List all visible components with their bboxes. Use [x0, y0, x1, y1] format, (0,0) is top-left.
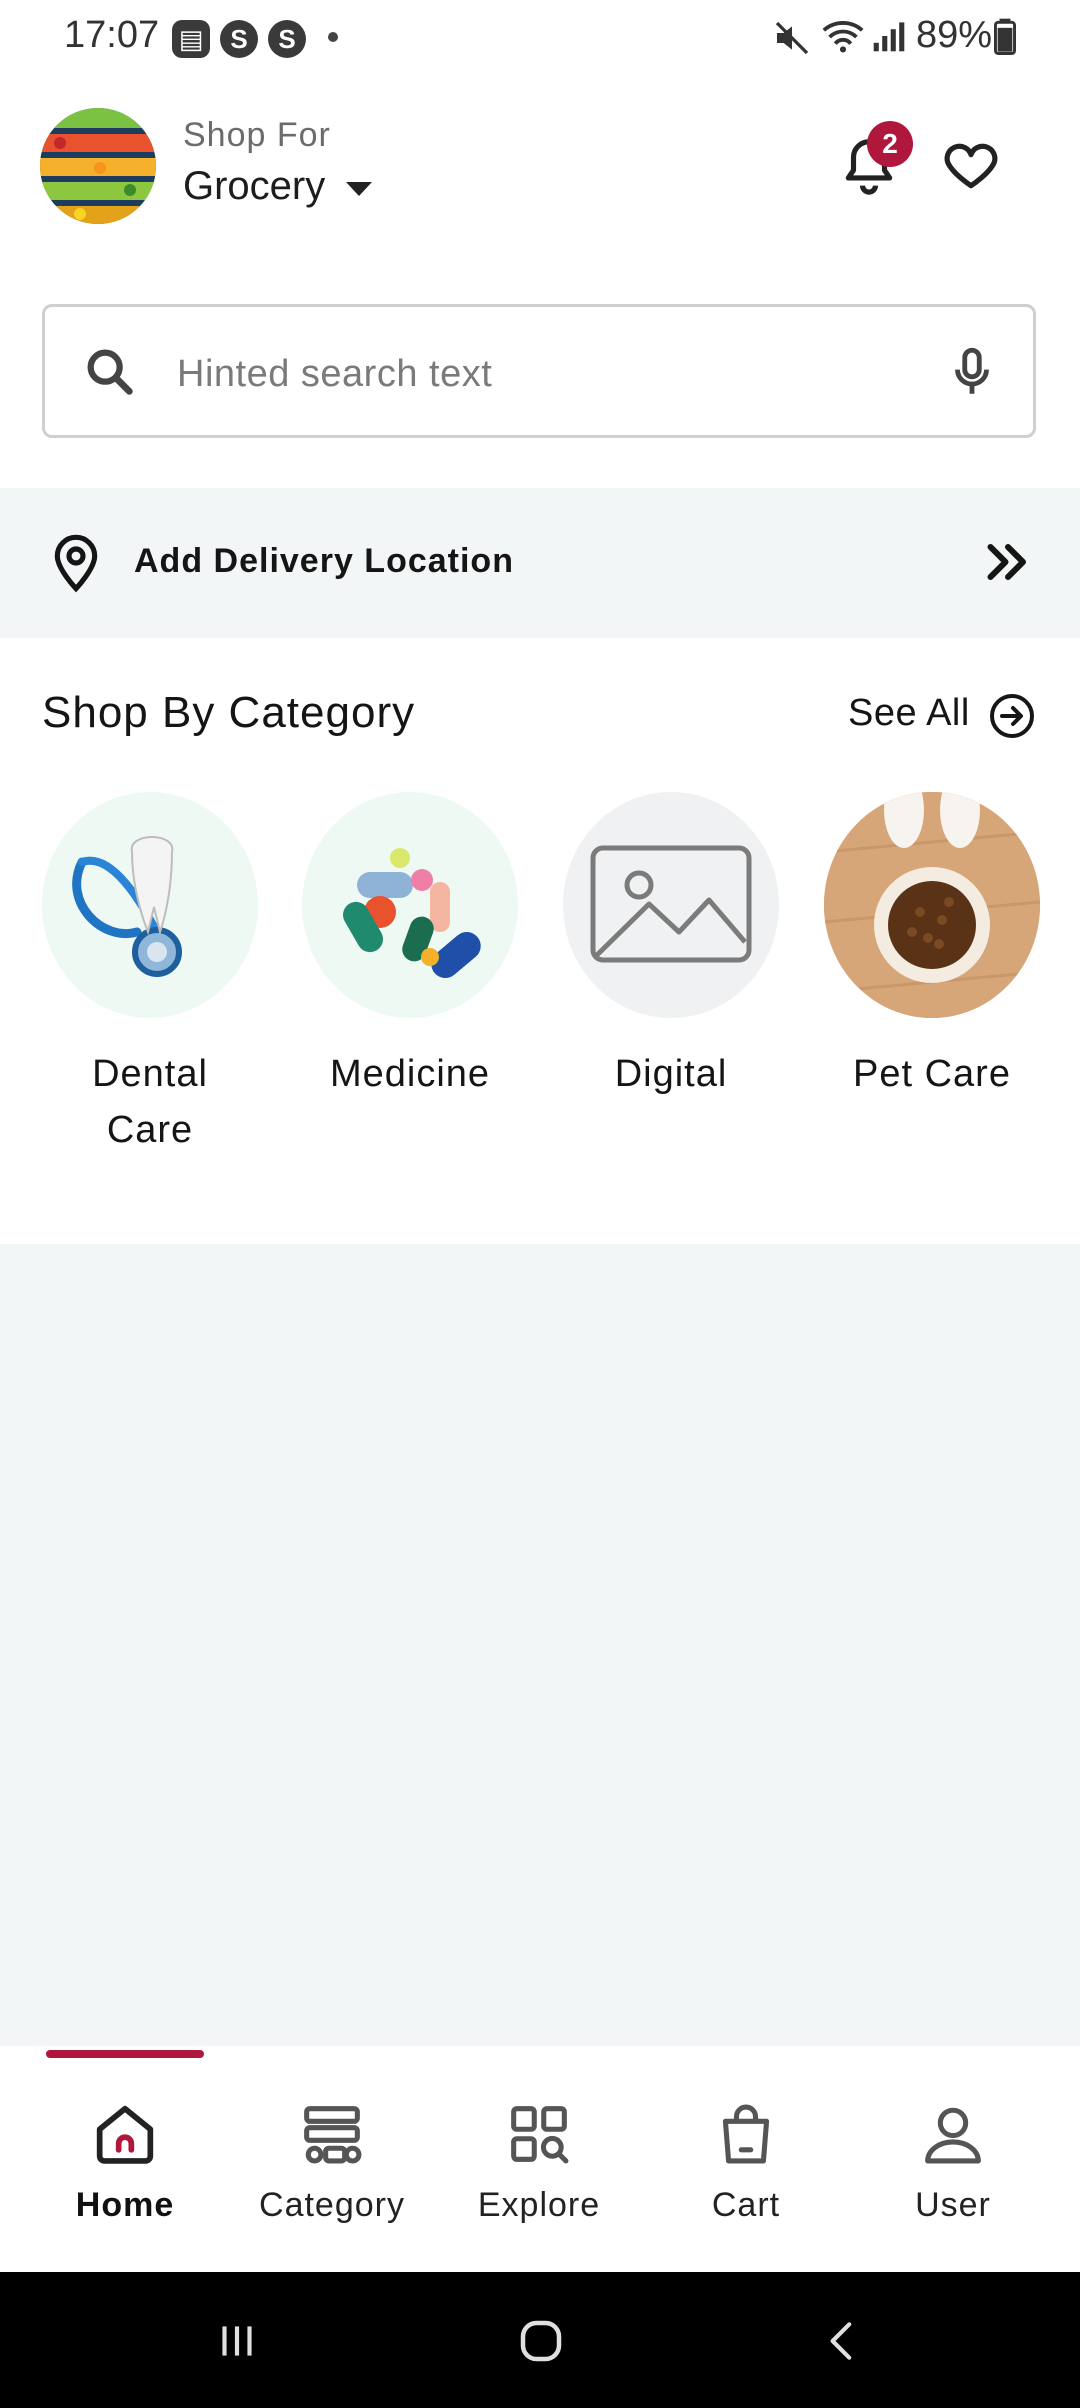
cart-icon — [722, 2104, 770, 2164]
category-item-pet-care[interactable]: Pet Care — [824, 792, 1040, 1102]
category-label: Digital — [614, 1053, 728, 1095]
search-bar[interactable]: Hinted search text — [42, 304, 1036, 438]
s-icon: S — [220, 20, 258, 58]
battery-icon — [994, 18, 1016, 55]
delivery-location-row[interactable]: Add Delivery Location — [0, 488, 1080, 638]
category-item-medicine[interactable]: Medicine — [302, 792, 518, 1102]
notification-badge: 2 — [867, 121, 913, 167]
pet-food-bowl-image — [824, 792, 1040, 1018]
grocery-shelf-image — [40, 108, 156, 224]
nav-label: Cart — [711, 2186, 781, 2224]
notification-dot-icon — [328, 32, 338, 42]
status-bar: 17:07 ▤ S S 89% — [0, 0, 1080, 72]
add-delivery-location-label: Add Delivery Location — [134, 542, 514, 580]
nav-label: User — [915, 2186, 991, 2224]
category-label: Medicine — [329, 1053, 491, 1095]
store-type-selector[interactable]: Grocery — [183, 164, 325, 209]
chevron-down-icon[interactable] — [346, 182, 372, 196]
content-background — [0, 1244, 1080, 2046]
system-navigation-bar — [0, 2272, 1080, 2408]
s-icon: S — [268, 20, 306, 58]
search-input[interactable]: Hinted search text — [177, 353, 492, 396]
arrow-circle-right-icon[interactable] — [988, 692, 1036, 740]
search-icon — [87, 349, 133, 395]
category-item-digital[interactable]: Digital — [563, 792, 779, 1102]
active-tab-indicator — [46, 2050, 204, 2058]
nav-label: Home — [75, 2186, 175, 2224]
nav-cart[interactable]: Cart — [656, 2096, 836, 2225]
heart-icon[interactable] — [940, 134, 1002, 196]
nav-category[interactable]: Category — [242, 2096, 422, 2225]
microphone-icon[interactable] — [943, 343, 1001, 401]
battery-percent: 89% — [916, 14, 993, 56]
mute-icon — [775, 21, 809, 55]
signal-icon — [873, 22, 905, 52]
category-label: Pet Care — [853, 1053, 1011, 1095]
status-time: 17:07 — [64, 14, 160, 56]
home-button-icon[interactable] — [514, 2314, 568, 2368]
wifi-icon — [822, 21, 864, 53]
section-title: Shop By Category — [42, 688, 416, 737]
double-chevron-right-icon[interactable] — [978, 532, 1038, 592]
location-pin-icon — [54, 534, 98, 593]
notes-icon: ▤ — [172, 20, 210, 58]
nav-label: Category — [259, 2186, 405, 2224]
nav-explore[interactable]: Explore — [449, 2096, 629, 2225]
nav-user[interactable]: User — [863, 2096, 1043, 2225]
store-avatar[interactable] — [40, 108, 156, 224]
see-all-link[interactable]: See All — [848, 692, 970, 735]
back-icon[interactable] — [818, 2316, 868, 2366]
explore-icon — [511, 2106, 569, 2164]
category-icon — [304, 2106, 362, 2164]
category-label: Dental Care — [92, 1053, 208, 1151]
medicine-image — [302, 792, 518, 1018]
nav-home[interactable]: Home — [35, 2096, 215, 2225]
nav-label: Explore — [477, 2186, 601, 2224]
category-item-dental-care[interactable]: Dental Care — [42, 792, 258, 1158]
user-icon — [925, 2107, 981, 2164]
bottom-navigation: Home Category Explore Cart User — [0, 2046, 1080, 2272]
image-placeholder-icon — [563, 792, 779, 1018]
recent-apps-icon[interactable] — [212, 2316, 262, 2366]
shop-for-label: Shop For — [183, 116, 331, 154]
home-icon — [96, 2105, 154, 2164]
dental-care-image — [42, 792, 258, 1018]
